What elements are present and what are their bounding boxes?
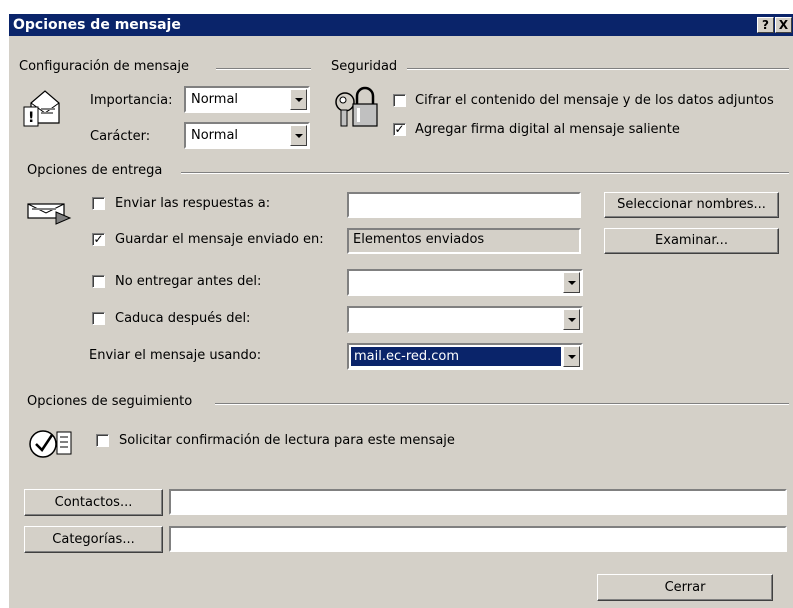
help-button[interactable]: ? bbox=[757, 17, 774, 33]
reply-to-input[interactable] bbox=[347, 192, 581, 218]
categories-input[interactable] bbox=[169, 526, 787, 552]
delivery-section-title: Opciones de entrega bbox=[27, 163, 163, 178]
reply-to-label[interactable]: Enviar las respuestas a: bbox=[115, 196, 270, 211]
chevron-down-icon[interactable] bbox=[290, 89, 307, 110]
security-section-title: Seguridad bbox=[331, 59, 398, 74]
sensitivity-dropdown[interactable]: Normal bbox=[184, 122, 310, 149]
message-importance-icon: ! bbox=[23, 90, 60, 127]
contacts-input[interactable] bbox=[169, 489, 787, 515]
chevron-down-icon[interactable] bbox=[563, 309, 580, 330]
not-before-value bbox=[351, 273, 561, 292]
expires-value bbox=[351, 310, 561, 329]
delivery-divider bbox=[181, 172, 789, 174]
select-names-button[interactable]: Seleccionar nombres... bbox=[604, 192, 779, 218]
importance-dropdown[interactable]: Normal bbox=[184, 86, 310, 113]
categories-button[interactable]: Categorías... bbox=[24, 526, 163, 553]
importance-value: Normal bbox=[191, 92, 239, 107]
delivery-envelope-icon bbox=[27, 203, 72, 225]
message-options-dialog: Opciones de mensaje ? X Configuración de… bbox=[9, 14, 793, 608]
tracking-divider bbox=[215, 403, 789, 405]
not-before-checkbox[interactable] bbox=[92, 275, 105, 288]
security-divider bbox=[407, 68, 789, 70]
encrypt-label[interactable]: Cifrar el contenido del mensaje y de los… bbox=[415, 93, 774, 108]
encrypt-checkbox[interactable] bbox=[393, 94, 406, 107]
config-divider bbox=[216, 68, 311, 70]
browse-button[interactable]: Examinar... bbox=[604, 228, 779, 254]
not-before-date-picker[interactable] bbox=[347, 269, 583, 296]
sensitivity-value: Normal bbox=[191, 128, 239, 143]
send-using-value: mail.ec-red.com bbox=[351, 347, 561, 366]
svg-text:!: ! bbox=[28, 110, 34, 126]
not-before-label[interactable]: No entregar antes del: bbox=[115, 274, 261, 289]
title-bar[interactable]: Opciones de mensaje ? X bbox=[9, 14, 793, 36]
sign-checkbox[interactable]: ✓ bbox=[393, 123, 406, 136]
save-sent-folder-field: Elementos enviados bbox=[347, 228, 581, 254]
expires-date-picker[interactable] bbox=[347, 306, 583, 333]
sign-label[interactable]: Agregar firma digital al mensaje salient… bbox=[415, 122, 680, 137]
save-sent-label[interactable]: Guardar el mensaje enviado en: bbox=[115, 232, 324, 247]
expires-checkbox[interactable] bbox=[92, 312, 105, 325]
close-window-button[interactable]: X bbox=[775, 17, 792, 33]
tracking-section-title: Opciones de seguimiento bbox=[27, 394, 193, 409]
contacts-button[interactable]: Contactos... bbox=[24, 489, 163, 516]
expires-label[interactable]: Caduca después del: bbox=[115, 311, 250, 326]
config-section-title: Configuración de mensaje bbox=[19, 59, 189, 74]
send-using-dropdown[interactable]: mail.ec-red.com bbox=[347, 343, 583, 370]
importance-label: Importancia: bbox=[90, 93, 173, 108]
sensitivity-label: Carácter: bbox=[90, 129, 151, 144]
chevron-down-icon[interactable] bbox=[563, 272, 580, 293]
chevron-down-icon[interactable] bbox=[290, 125, 307, 146]
read-receipt-icon bbox=[29, 430, 72, 458]
reply-to-checkbox[interactable] bbox=[92, 197, 105, 210]
read-receipt-label[interactable]: Solicitar confirmación de lectura para e… bbox=[119, 433, 455, 448]
read-receipt-checkbox[interactable] bbox=[96, 434, 109, 447]
security-lock-icon bbox=[335, 86, 378, 127]
close-button[interactable]: Cerrar bbox=[597, 574, 773, 601]
chevron-down-icon[interactable] bbox=[563, 346, 580, 367]
save-sent-checkbox[interactable]: ✓ bbox=[92, 233, 105, 246]
window-title: Opciones de mensaje bbox=[13, 17, 181, 33]
send-using-label: Enviar el mensaje usando: bbox=[89, 348, 262, 363]
